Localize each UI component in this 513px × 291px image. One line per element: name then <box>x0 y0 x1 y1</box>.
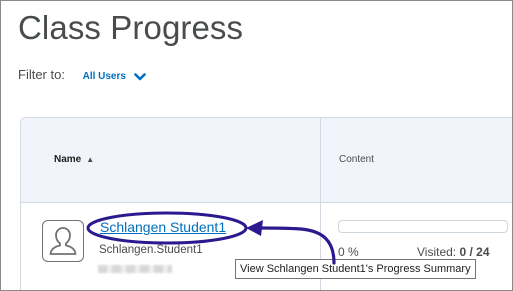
class-progress-page: Class Progress Filter to: All Users Name… <box>0 0 513 291</box>
redacted-text <box>98 265 172 273</box>
column-divider <box>320 118 321 202</box>
filter-dropdown-value: All Users <box>82 71 126 82</box>
visited-label: Visited: <box>417 245 457 259</box>
progress-percent: 0 % <box>338 245 359 259</box>
student-name-link[interactable]: Schlangen Student1 <box>100 219 226 235</box>
page-title: Class Progress <box>18 9 244 46</box>
visited-value: 0 / 24 <box>459 245 490 259</box>
progress-bar <box>338 220 508 233</box>
chevron-down-icon <box>133 73 146 81</box>
filter-dropdown[interactable]: All Users <box>83 71 146 82</box>
student-username: Schlangen.Student1 <box>99 244 203 256</box>
user-placeholder-icon <box>49 227 77 255</box>
column-header-name[interactable]: Name ▲ <box>54 154 94 165</box>
table-header: Name ▲ Content <box>21 118 512 203</box>
sort-ascending-icon: ▲ <box>86 155 95 164</box>
filter-row: Filter to: All Users <box>18 67 146 82</box>
column-header-name-label: Name <box>54 154 82 165</box>
filter-label: Filter to: <box>18 67 65 82</box>
visited-count: Visited: 0 / 24 <box>417 245 490 259</box>
avatar <box>42 220 84 262</box>
column-header-content: Content <box>339 154 375 165</box>
tooltip: View Schlangen Student1's Progress Summa… <box>235 259 476 279</box>
